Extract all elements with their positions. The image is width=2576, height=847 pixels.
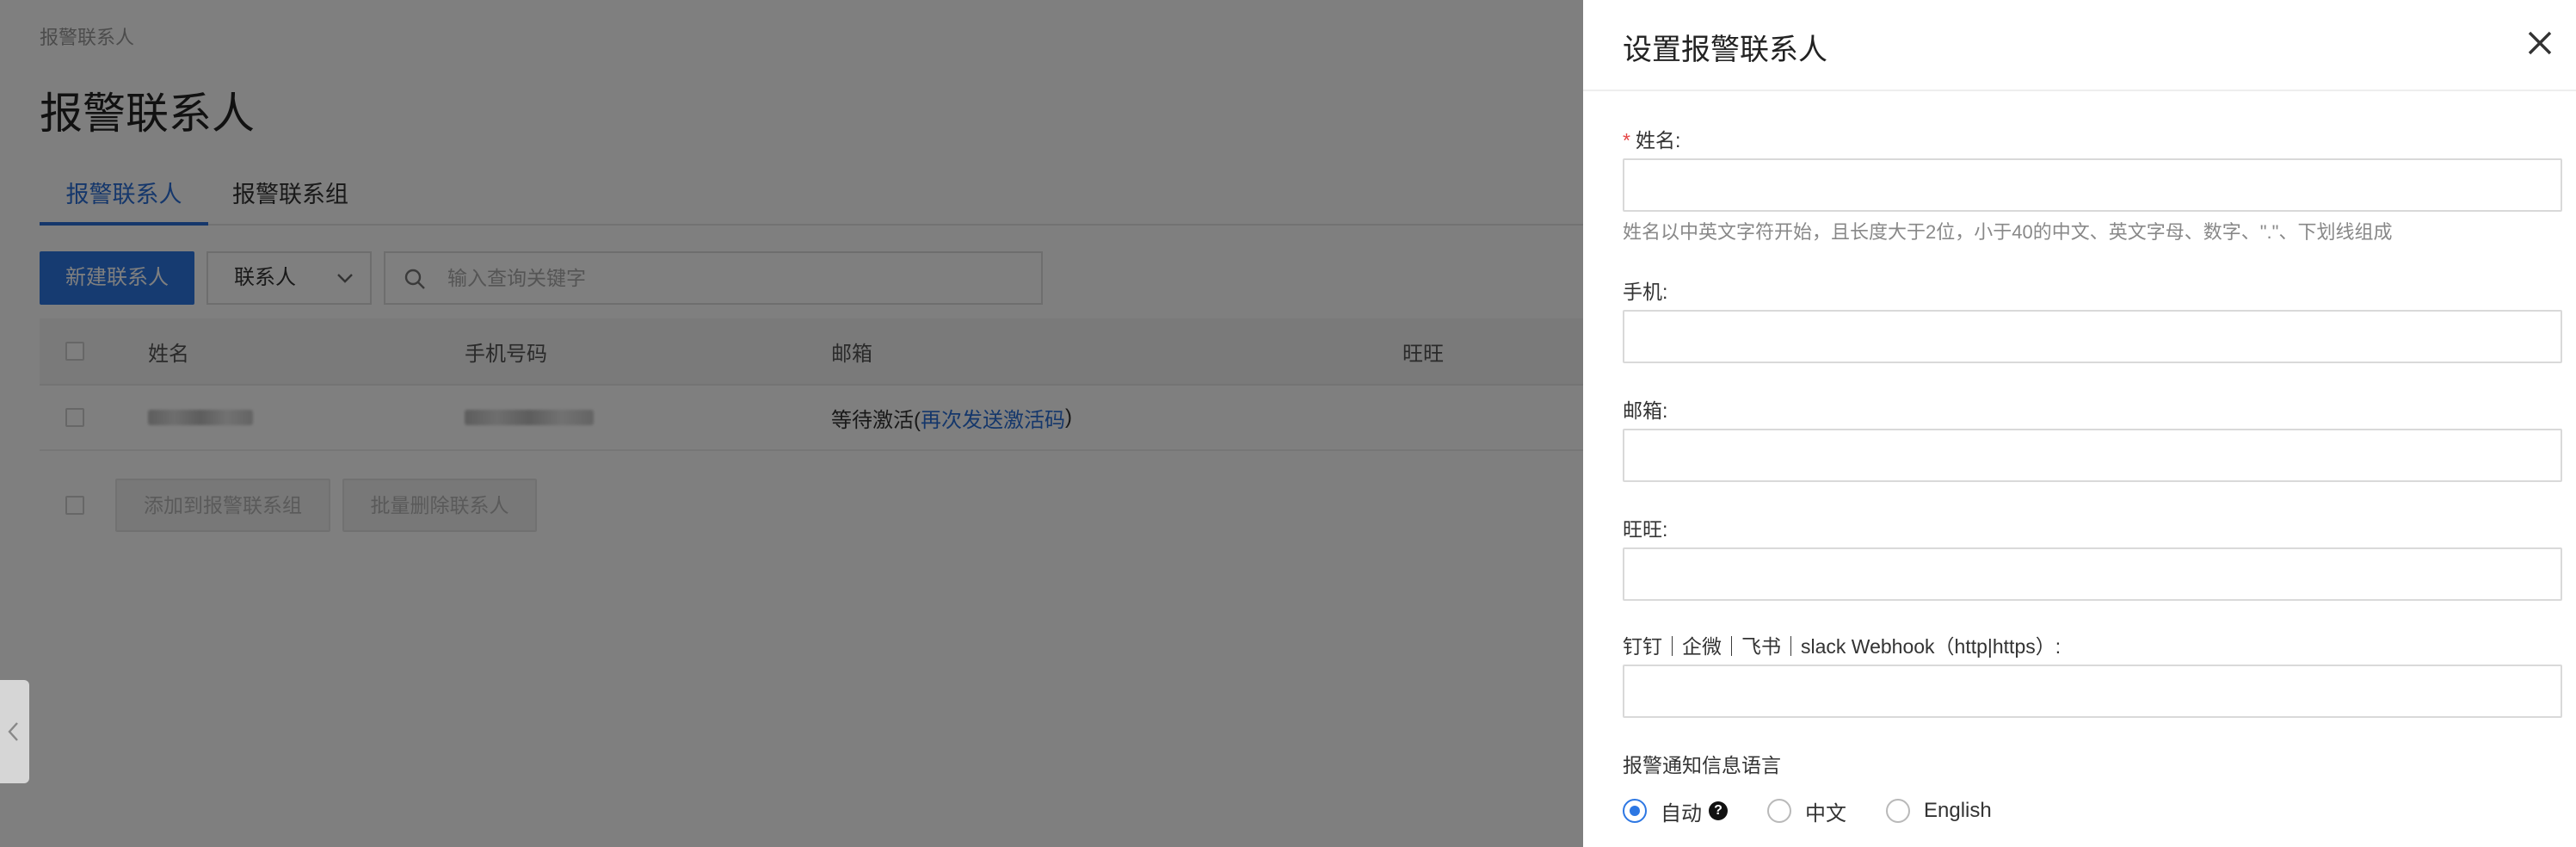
- language-option-auto-label: 自动: [1661, 801, 1702, 825]
- language-option-english[interactable]: English: [1886, 799, 1992, 823]
- name-help-text: 姓名以中英文字符开始，且长度大于2位，小于40的中文、英文字母、数字、"."、下…: [1623, 221, 2393, 243]
- language-option-chinese[interactable]: 中文: [1767, 796, 1846, 826]
- name-label: * 姓名:: [1623, 129, 1681, 151]
- email-label: 邮箱:: [1623, 399, 1668, 422]
- phone-input[interactable]: [1623, 310, 2562, 363]
- required-mark: *: [1623, 129, 1630, 151]
- language-radio-group: 自动 ? 中文 English: [1623, 795, 2031, 826]
- contact-settings-drawer: 设置报警联系人 * 姓名: 姓名以中英文字符开始，且长度大于2位，小于40的中文、…: [1583, 0, 2576, 847]
- phone-label: 手机:: [1623, 281, 1668, 303]
- language-label: 报警通知信息语言: [1623, 754, 1781, 776]
- radio-english[interactable]: [1886, 799, 1910, 823]
- email-input[interactable]: [1623, 429, 2562, 482]
- sidebar-collapse-handle[interactable]: [0, 680, 29, 783]
- drawer-title: 设置报警联系人: [1623, 34, 1827, 66]
- wangwang-label: 旺旺:: [1623, 518, 1668, 541]
- webhook-input[interactable]: [1623, 665, 2562, 718]
- language-option-auto[interactable]: 自动 ?: [1623, 796, 1728, 826]
- language-option-english-label: English: [1924, 799, 1992, 822]
- radio-chinese[interactable]: [1767, 799, 1791, 823]
- language-option-chinese-label: 中文: [1805, 801, 1846, 825]
- question-circle-icon[interactable]: ?: [1709, 801, 1728, 820]
- drawer-header: 设置报警联系人: [1583, 0, 2576, 91]
- radio-auto[interactable]: [1623, 799, 1647, 823]
- name-input[interactable]: [1623, 158, 2562, 212]
- webhook-label: 钉钉｜企微｜飞书｜slack Webhook（http|https）:: [1623, 635, 2061, 658]
- chevron-left-icon: [8, 722, 18, 741]
- close-icon[interactable]: [2523, 26, 2557, 60]
- wangwang-input[interactable]: [1623, 547, 2562, 601]
